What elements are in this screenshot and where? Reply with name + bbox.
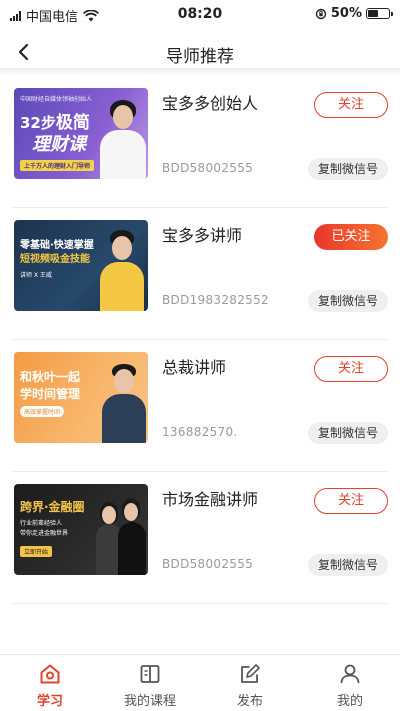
thumb-caption: 中国财经自媒体领袖创始人 <box>20 96 93 103</box>
follow-button[interactable]: 关注 <box>314 92 388 118</box>
mentor-item[interactable]: 零基础·快速掌握 短视频吸金技能 讲师 X 王威 宝多多讲师 BDD198328… <box>12 208 388 340</box>
following-button[interactable]: 已关注 <box>314 224 388 250</box>
tab-study[interactable]: 学习 <box>0 655 100 711</box>
thumb-headline: 和秋叶一起 <box>20 370 81 384</box>
thumb-headline: 跨界·金融圈 <box>20 500 85 514</box>
thumb-subtitle: 上千万人的理财入门导师 <box>20 160 95 171</box>
copy-wechat-button[interactable]: 复制微信号 <box>308 290 388 312</box>
thumbnail-art: 零基础·快速掌握 短视频吸金技能 讲师 X 王威 <box>14 220 148 311</box>
mentor-item[interactable]: 跨界·金融圈 行业前辈经验人 带你走进金融世界 立即开始 市场金融讲师 BDD5… <box>12 472 388 604</box>
thumb-subtitle: 立即开始 <box>20 546 53 557</box>
thumb-headline-2: 理财课 <box>32 134 86 155</box>
tab-my-courses[interactable]: 我的课程 <box>100 655 200 711</box>
tab-publish[interactable]: 发布 <box>200 655 300 711</box>
mentor-item[interactable]: 和秋叶一起 学时间管理 高效掌握时间 总裁讲师 136882570. 关注 复制… <box>12 340 388 472</box>
copy-wechat-button[interactable]: 复制微信号 <box>308 554 388 576</box>
battery-level <box>368 10 378 17</box>
copy-wechat-button[interactable]: 复制微信号 <box>308 422 388 444</box>
mentor-wechat-id: BDD58002555 <box>162 161 254 175</box>
mentor-thumbnail[interactable]: 跨界·金融圈 行业前辈经验人 带你走进金融世界 立即开始 <box>14 484 148 575</box>
thumbnail-art: 和秋叶一起 学时间管理 高效掌握时间 <box>14 352 148 443</box>
tab-label: 我的课程 <box>123 694 176 709</box>
tab-label: 我的 <box>336 694 363 709</box>
book-icon <box>140 665 160 683</box>
copy-wechat-button[interactable]: 复制微信号 <box>308 158 388 180</box>
rotation-lock-icon <box>315 8 327 19</box>
thumb-headline: 零基础·快速掌握 <box>20 240 94 251</box>
thumb-line-3: 带你走进金融世界 <box>20 530 69 537</box>
thumb-subtitle: 高效掌握时间 <box>20 406 65 417</box>
home-icon <box>40 664 60 684</box>
mentor-item[interactable]: 中国财经自媒体领袖创始人 32步极简 理财课 上千万人的理财入门导师 宝多多创始… <box>12 76 388 208</box>
mentor-name: 市场金融讲师 <box>162 490 259 509</box>
thumbnail-art: 跨界·金融圈 行业前辈经验人 带你走进金融世界 立即开始 <box>14 484 148 575</box>
battery-percent: 50% <box>330 6 362 21</box>
mentor-wechat-id: 136882570. <box>162 425 238 439</box>
thumb-line-2: 行业前辈经验人 <box>20 520 63 527</box>
edit-icon <box>241 664 260 683</box>
mentor-thumbnail[interactable]: 零基础·快速掌握 短视频吸金技能 讲师 X 王威 <box>14 220 148 311</box>
user-icon <box>340 664 360 684</box>
status-right: 50% <box>315 6 393 21</box>
mentor-name: 宝多多创始人 <box>162 94 259 113</box>
mentor-wechat-id: BDD58002555 <box>162 557 254 571</box>
tab-label: 学习 <box>36 694 63 709</box>
nav-divider <box>0 68 400 76</box>
page-title: 导师推荐 <box>166 47 234 67</box>
thumbnail-art: 中国财经自媒体领袖创始人 32步极简 理财课 上千万人的理财入门导师 <box>14 88 148 179</box>
tab-me[interactable]: 我的 <box>300 655 400 711</box>
thumb-headline-2: 学时间管理 <box>20 387 81 401</box>
mentor-thumbnail[interactable]: 中国财经自媒体领袖创始人 32步极简 理财课 上千万人的理财入门导师 <box>14 88 148 179</box>
mentor-wechat-id: BDD1983282552 <box>162 293 269 307</box>
tab-label: 发布 <box>236 694 263 709</box>
thumb-subtitle: 讲师 X 王威 <box>20 272 52 279</box>
battery-icon <box>366 8 393 19</box>
mentor-list: 中国财经自媒体领袖创始人 32步极简 理财课 上千万人的理财入门导师 宝多多创始… <box>0 76 400 604</box>
thumb-headline-2: 短视频吸金技能 <box>20 254 90 265</box>
mentor-name: 总裁讲师 <box>162 358 227 377</box>
status-bar: 中国电信 08:20 50% <box>0 0 400 28</box>
mentor-name: 宝多多讲师 <box>162 226 243 245</box>
mentor-thumbnail[interactable]: 和秋叶一起 学时间管理 高效掌握时间 <box>14 352 148 443</box>
follow-button[interactable]: 关注 <box>314 356 388 382</box>
follow-button[interactable]: 关注 <box>314 488 388 514</box>
bottom-tab-bar: 学习 我的课程 发布 我的 <box>0 654 400 711</box>
